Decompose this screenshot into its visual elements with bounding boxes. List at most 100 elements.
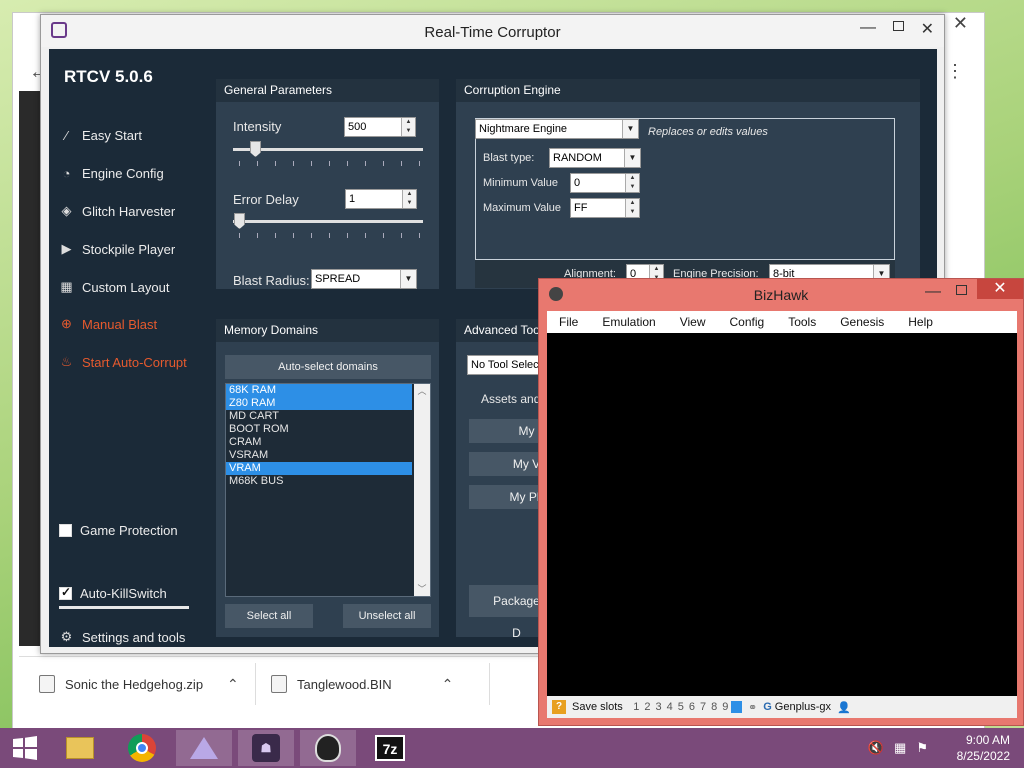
file-explorer-icon[interactable] (52, 730, 108, 766)
spin-arrows-icon[interactable]: ▲▼ (625, 174, 639, 192)
zip-file-icon (39, 675, 55, 693)
7zip-icon[interactable]: 7z (362, 730, 418, 766)
intensity-input[interactable]: 500 ▲ ▼ (344, 117, 416, 137)
help-icon[interactable]: ? (552, 700, 566, 714)
start-button[interactable] (0, 730, 50, 766)
chrome-icon[interactable] (114, 730, 170, 766)
error-delay-input[interactable]: 1 ▲ ▼ (345, 189, 417, 209)
save-slot[interactable]: 2 (642, 701, 653, 713)
engine-select[interactable]: Nightmare Engine ▼ (475, 119, 639, 139)
select-all-button[interactable]: Select all (225, 604, 313, 628)
crosshair-icon: ⊕ (61, 316, 72, 331)
error-delay-ticks (233, 233, 423, 238)
clock[interactable]: 9:00 AM 8/25/2022 (957, 732, 1010, 764)
menu-view[interactable]: View (668, 315, 718, 329)
package-button[interactable]: Package D (469, 585, 544, 640)
blast-radius-select[interactable]: SPREAD ▼ (311, 269, 417, 289)
minimum-value-input[interactable]: 0 ▲ ▼ (570, 173, 640, 193)
save-slot[interactable]: 1 (631, 701, 642, 713)
my-button[interactable]: My (469, 419, 544, 443)
list-scrollbar[interactable]: ︿ ﹀ (414, 384, 430, 596)
chevron-up-icon[interactable]: ⌃ (442, 676, 454, 693)
chevron-up-icon[interactable]: ⌃ (227, 676, 239, 693)
nav-label: Custom Layout (82, 279, 170, 295)
close-icon[interactable]: ✕ (921, 19, 934, 39)
menu-emulation[interactable]: Emulation (590, 315, 667, 329)
list-item[interactable]: VSRAM (226, 449, 412, 462)
nav-manual-blast[interactable]: ⊕ Manual Blast (59, 313, 157, 335)
blast-type-select[interactable]: RANDOM ▼ (549, 148, 641, 168)
list-item[interactable]: CRAM (226, 436, 412, 449)
my-v-button[interactable]: My V (469, 452, 544, 476)
save-slot-selected[interactable]: 0 (730, 701, 742, 713)
menu-config[interactable]: Config (718, 315, 777, 329)
nav-glitch-harvester[interactable]: ◈ Glitch Harvester (59, 200, 176, 222)
my-pl-button[interactable]: My Pl (469, 485, 544, 509)
list-item[interactable]: Z80 RAM (226, 397, 412, 410)
gear-icon: ⚙ (60, 629, 73, 644)
menu-bar: File Emulation View Config Tools Genesis… (547, 311, 1017, 333)
auto-select-domains-button[interactable]: Auto-select domains (225, 355, 431, 379)
checkbox[interactable] (59, 585, 72, 600)
menu-tools[interactable]: Tools (776, 315, 828, 329)
bizhawk-icon[interactable] (300, 730, 356, 766)
menu-help[interactable]: Help (896, 315, 945, 329)
status-bar: ? Save slots 1 2 3 4 5 6 7 8 9 0 ⚭ G Gen… (547, 696, 1017, 718)
panel-header: Corruption Engine (456, 79, 920, 102)
save-slot[interactable]: 3 (653, 701, 664, 713)
flag-icon[interactable]: ⚑ (916, 740, 928, 756)
dropdown-arrow-icon[interactable]: ▼ (624, 149, 640, 167)
engine-box (475, 118, 895, 260)
settings-and-tools[interactable]: ⚙ Settings and tools (59, 626, 186, 648)
download-item[interactable]: Sonic the Hedgehog.zip ⌃ (39, 675, 239, 693)
save-slot[interactable]: 8 (709, 701, 720, 713)
nav-easy-start[interactable]: ⁄ Easy Start (59, 124, 142, 146)
list-item[interactable]: MD CART (226, 410, 412, 423)
gauge-icon: ◔ (62, 165, 71, 181)
intensity-slider[interactable] (250, 141, 261, 157)
tool-select[interactable]: No Tool Selec (467, 355, 544, 375)
rtcv-icon[interactable]: ☗ (238, 730, 294, 766)
maximize-icon[interactable] (956, 285, 967, 295)
minimize-icon[interactable]: — (925, 283, 941, 301)
mute-icon[interactable]: 🔇 (868, 740, 884, 756)
network-icon[interactable]: ▦ (894, 740, 906, 756)
download-item[interactable]: Tanglewood.BIN ⌃ (271, 675, 453, 693)
error-delay-slider[interactable] (234, 213, 245, 229)
spin-arrows-icon[interactable]: ▲▼ (402, 190, 416, 208)
memory-domain-list[interactable]: 68K RAM Z80 RAM MD CART BOOT ROM CRAM VS… (225, 383, 431, 597)
list-item[interactable]: 68K RAM (226, 384, 412, 397)
dropdown-arrow-icon[interactable]: ▼ (400, 270, 416, 288)
spin-arrows-icon[interactable]: ▲▼ (625, 199, 639, 217)
save-slot[interactable]: 5 (675, 701, 686, 713)
save-slot[interactable]: 4 (664, 701, 675, 713)
checkbox[interactable] (59, 523, 72, 537)
list-item[interactable]: M68K BUS (226, 475, 412, 488)
maximum-value-input[interactable]: FF ▲ ▼ (570, 198, 640, 218)
unselect-all-button[interactable]: Unselect all (343, 604, 431, 628)
save-slot[interactable]: 6 (686, 701, 697, 713)
kebab-menu-icon[interactable]: ⋮ (946, 61, 964, 82)
maximize-icon[interactable] (893, 21, 904, 31)
scroll-up-icon[interactable]: ︿ (414, 384, 430, 398)
menu-genesis[interactable]: Genesis (828, 315, 896, 329)
save-slot[interactable]: 7 (698, 701, 709, 713)
list-item[interactable]: BOOT ROM (226, 423, 412, 436)
game-protection-checkbox[interactable]: Game Protection (59, 519, 178, 541)
list-item[interactable]: VRAM (226, 462, 412, 475)
menu-file[interactable]: File (547, 315, 590, 329)
nav-stockpile-player[interactable]: ▶ Stockpile Player (59, 238, 176, 260)
nav-start-auto-corrupt[interactable]: ♨ Start Auto-Corrupt (59, 351, 187, 373)
nav-custom-layout[interactable]: ▦ Custom Layout (59, 276, 169, 298)
minimize-icon[interactable]: — (860, 19, 876, 37)
browser-close-icon[interactable]: ✕ (953, 13, 968, 34)
app-icon[interactable] (176, 730, 232, 766)
scroll-down-icon[interactable]: ﹀ (414, 582, 430, 596)
auto-killswitch-checkbox[interactable]: Auto-KillSwitch (59, 582, 167, 604)
save-slot[interactable]: 9 (720, 701, 731, 713)
emulator-screen[interactable] (547, 333, 1017, 696)
dropdown-arrow-icon[interactable]: ▼ (622, 120, 638, 138)
spin-arrows-icon[interactable]: ▲▼ (401, 118, 415, 136)
nav-engine-config[interactable]: ◔ Engine Config (59, 162, 164, 184)
close-icon[interactable]: ✕ (977, 279, 1023, 299)
